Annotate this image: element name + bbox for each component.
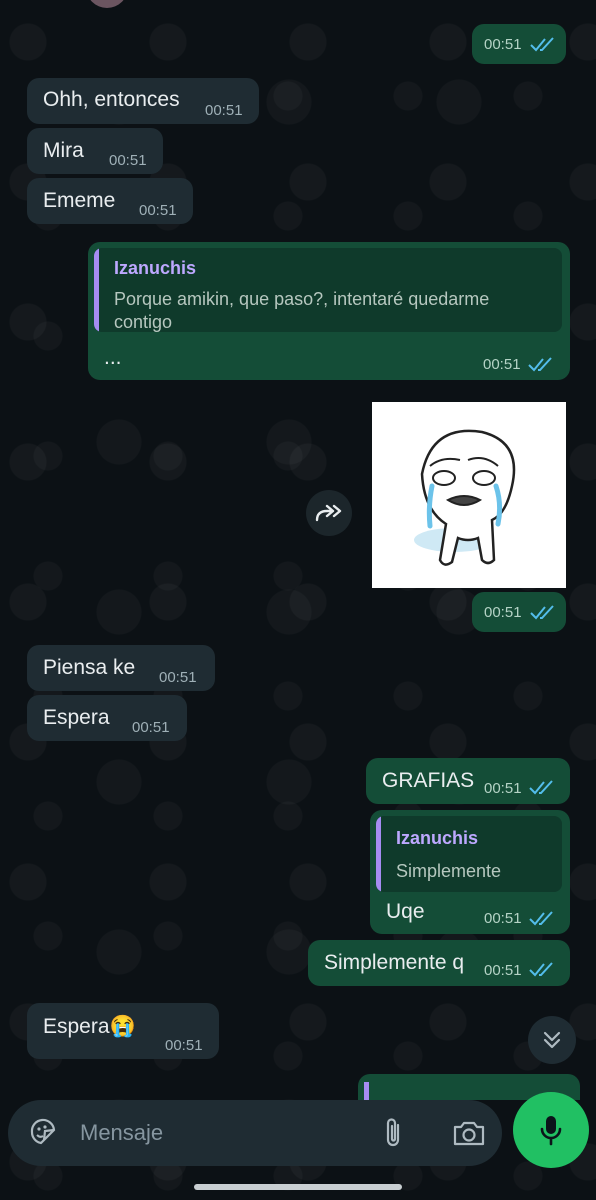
forward-button[interactable]	[306, 490, 352, 536]
message-time: 00:51	[484, 962, 522, 979]
double-check-icon	[529, 780, 553, 795]
message-bubble-outgoing[interactable]: 00:51	[472, 592, 566, 632]
quote-author: Izanuchis	[396, 828, 479, 848]
quote-author: Izanuchis	[114, 258, 197, 278]
message-bubble-incoming[interactable]: Piensa ke 00:51	[27, 645, 215, 691]
message-bubble-incoming[interactable]: Mira 00:51	[27, 128, 163, 174]
message-bubble-incoming[interactable]: Ememe 00:51	[27, 178, 193, 224]
message-bubble-incoming[interactable]: Ohh, entonces 00:51	[27, 78, 259, 124]
message-bubble-outgoing[interactable]: GRAFIAS 00:51	[366, 758, 570, 804]
message-time: 00:51	[484, 910, 522, 927]
message-text: Ememe	[43, 189, 116, 212]
double-check-icon	[529, 962, 553, 977]
message-time: 00:51	[159, 669, 197, 686]
message-text: Espera	[43, 706, 110, 729]
message-bubble-outgoing[interactable]: 00:51	[472, 24, 566, 64]
quoted-message[interactable]: Izanuchis Simplemente	[376, 816, 562, 892]
message-time: 00:51	[483, 356, 521, 373]
quote-bar	[364, 1082, 369, 1100]
message-time: 00:51	[109, 152, 147, 169]
quote-bar	[376, 816, 381, 892]
message-time: 00:51	[205, 102, 243, 119]
quote-text: Simplemente	[396, 861, 502, 881]
microphone-icon	[540, 1116, 562, 1146]
sticker-image[interactable]	[372, 402, 566, 588]
double-check-icon	[529, 911, 553, 926]
message-time: 00:51	[165, 1037, 203, 1054]
home-indicator[interactable]	[194, 1184, 402, 1190]
message-text: Piensa ke	[43, 656, 136, 679]
double-check-icon	[528, 357, 552, 372]
message-composer: Mensaje	[8, 1100, 502, 1166]
quote-bar	[94, 248, 99, 332]
message-time: 00:51	[484, 780, 522, 797]
message-bubble-incoming[interactable]: Espera 00:51	[27, 695, 187, 741]
crying-meme-face-sticker	[414, 429, 516, 566]
double-check-icon	[530, 605, 554, 620]
camera-icon[interactable]	[452, 1118, 486, 1148]
message-text: GRAFIAS	[382, 769, 475, 792]
forward-icon	[315, 504, 342, 522]
sticker-icon[interactable]	[28, 1117, 58, 1147]
message-text: Mira	[43, 139, 84, 162]
message-bubble-outgoing-reply[interactable]: Izanuchis Porque amikin, que paso?, inte…	[88, 242, 570, 380]
paperclip-icon[interactable]	[380, 1116, 408, 1150]
quote-text: contigo	[114, 312, 173, 332]
voice-record-button[interactable]	[513, 1092, 589, 1168]
double-chevron-down-icon	[543, 1031, 561, 1049]
message-bubble-outgoing[interactable]: Simplemente q 00:51	[308, 940, 570, 986]
message-time: 00:51	[484, 604, 522, 621]
message-text: ...	[104, 346, 122, 369]
message-text: Ohh, entonces	[43, 88, 180, 111]
message-time: 00:51	[484, 36, 522, 53]
message-bubble-incoming[interactable]: Espera😭 00:51	[27, 1003, 219, 1059]
message-bubble-outgoing-reply[interactable]: Izanuchis Simplemente Uqe 00:51	[370, 810, 570, 934]
double-check-icon	[530, 37, 554, 52]
message-time: 00:51	[139, 202, 177, 219]
message-text: Espera😭	[43, 1015, 136, 1038]
quoted-message[interactable]: Izanuchis Porque amikin, que paso?, inte…	[94, 248, 562, 332]
message-text: Uqe	[386, 900, 425, 923]
message-time: 00:51	[132, 719, 170, 736]
quote-text: Porque amikin, que paso?, intentaré qued…	[114, 289, 490, 309]
message-input[interactable]: Mensaje	[80, 1120, 163, 1146]
scroll-to-bottom-button[interactable]	[528, 1016, 576, 1064]
message-text: Simplemente q	[324, 951, 465, 974]
